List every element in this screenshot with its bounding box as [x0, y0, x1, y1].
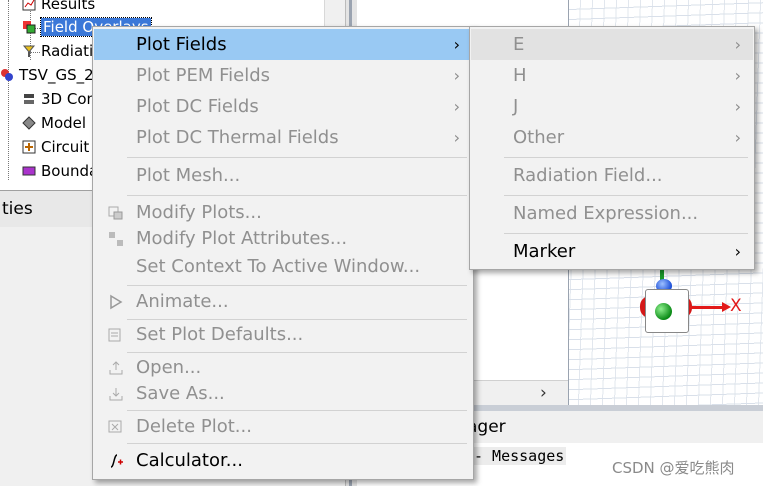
menu-item-set-context[interactable]: Set Context To Active Window...: [94, 251, 472, 282]
tree-item-circuit[interactable]: Circuit: [22, 136, 89, 158]
menu-separator: [127, 443, 467, 444]
tree-item-design[interactable]: TSV_GS_2: [0, 64, 94, 86]
tree-item-3d-components[interactable]: 3D Com: [22, 88, 101, 110]
menu-item-delete-plot[interactable]: Delete Plot...: [94, 411, 472, 442]
boundaries-icon: [22, 166, 36, 176]
menu-item-animate[interactable]: Animate...: [94, 286, 472, 317]
menu-separator: [504, 157, 748, 158]
design-icon: [1, 69, 13, 81]
watermark: CSDN @爱吃熊肉: [612, 459, 735, 477]
antenna-icon: [22, 45, 36, 57]
components-icon: [24, 94, 34, 104]
calculator-icon: [110, 454, 123, 468]
menu-item-plot-pem-fields[interactable]: Plot PEM Fields ›: [94, 60, 472, 91]
menu-item-plot-dc-fields[interactable]: Plot DC Fields ›: [94, 91, 472, 122]
chevron-right-icon: ›: [734, 66, 741, 85]
chevron-right-icon: ›: [734, 97, 741, 116]
submenu-item-radiation-field[interactable]: Radiation Field...: [471, 160, 753, 191]
tree-item-model[interactable]: Model: [22, 112, 86, 134]
delete-plot-icon: [108, 420, 122, 433]
menu-item-calculator[interactable]: Calculator...: [94, 445, 472, 476]
chevron-right-icon: ›: [734, 128, 741, 147]
submenu-item-named-expression[interactable]: Named Expression...: [471, 198, 753, 229]
submenu-item-e[interactable]: E ›: [471, 29, 753, 60]
model-icon: [22, 116, 36, 130]
menu-separator: [504, 195, 748, 196]
results-icon: [22, 0, 36, 11]
menu-item-modify-plot-attributes[interactable]: Modify Plot Attributes...: [94, 223, 472, 254]
chevron-right-icon: ›: [453, 128, 460, 147]
save-icon: [109, 388, 123, 401]
chevron-right-icon: ›: [453, 97, 460, 116]
tree-item-boundaries[interactable]: Bounda: [22, 160, 98, 182]
menu-separator: [504, 233, 748, 234]
submenu-item-h[interactable]: H ›: [471, 60, 753, 91]
menu-separator: [127, 157, 467, 158]
modify-plots-icon: [108, 206, 123, 220]
submenu-item-other[interactable]: Other ›: [471, 122, 753, 153]
axis-origin-sphere: [655, 303, 672, 320]
context-menu: Plot Fields › Plot PEM Fields › Plot DC …: [92, 26, 474, 480]
chevron-right-icon: ›: [734, 242, 741, 261]
plot-fields-submenu: E › H › J › Other › Radiation Field... N…: [469, 26, 755, 270]
plot-attributes-icon: [109, 232, 123, 246]
axis-x-line: [690, 306, 724, 309]
circuit-icon: [22, 140, 36, 154]
axis-x-label: X: [730, 296, 742, 316]
messages-row[interactable]: - Messages: [472, 447, 567, 465]
animate-icon: [110, 294, 123, 310]
chevron-right-icon: ›: [453, 35, 460, 54]
field-overlays-icon: [23, 21, 36, 34]
submenu-item-marker[interactable]: Marker ›: [471, 236, 753, 267]
menu-item-plot-dc-thermal-fields[interactable]: Plot DC Thermal Fields ›: [94, 122, 472, 153]
scroll-right-icon[interactable]: ›: [540, 381, 547, 405]
chevron-right-icon: ›: [453, 66, 460, 85]
open-icon: [109, 361, 123, 375]
menu-item-plot-mesh[interactable]: Plot Mesh...: [94, 160, 472, 191]
properties-title: ties: [2, 199, 33, 219]
tree-item-results[interactable]: Results: [22, 0, 95, 15]
chevron-right-icon: ›: [734, 35, 741, 54]
menu-separator: [127, 195, 467, 196]
menu-item-set-plot-defaults[interactable]: Set Plot Defaults...: [94, 319, 472, 350]
menu-item-save-as[interactable]: Save As...: [94, 378, 472, 409]
menu-item-plot-fields[interactable]: Plot Fields ›: [94, 29, 472, 60]
submenu-item-j[interactable]: J ›: [471, 91, 753, 122]
plot-defaults-icon: [108, 328, 121, 342]
tree-connector: [8, 0, 9, 180]
